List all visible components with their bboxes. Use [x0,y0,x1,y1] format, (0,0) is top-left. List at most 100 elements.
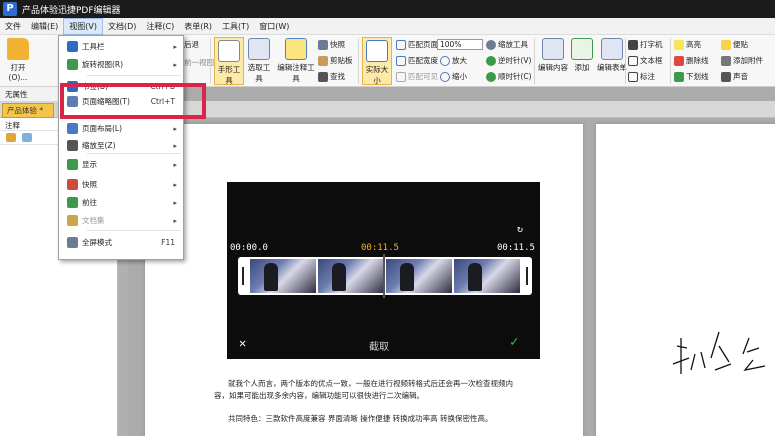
clipboard-label: 剪贴板 [330,56,353,65]
camera-icon [318,39,328,50]
window-title: 产品体验迅捷PDF编辑器 [22,5,121,16]
view-menu-item[interactable]: 显示 ▸ [59,156,183,173]
fit-width-label: 匹配宽度 [408,56,438,65]
submenu-arrow-icon: ▸ [173,60,177,69]
rotate-icon: ↻ [517,224,524,235]
view-menu-item[interactable]: 前往 ▸ [59,194,183,211]
menu-item[interactable]: 工具(T) [217,18,254,35]
time-current: 00:11.5 [361,243,399,253]
sticky-note-button[interactable]: 便贴 [721,39,748,50]
menu-item[interactable]: 窗口(W) [254,18,294,35]
zoom-in-icon [440,55,450,66]
menu-separator [87,75,181,76]
snapshot-button[interactable]: 快照 [318,39,345,50]
underline-button[interactable]: 下划线 [674,71,709,82]
select-tool-button[interactable]: 选取工具 [245,38,273,84]
clipboard-button[interactable]: 剪贴板 [318,55,353,66]
document-set-icon [67,215,78,226]
callout-button[interactable]: 标注 [628,71,655,82]
ribbon-separator [358,38,359,84]
highlight-button[interactable]: 高亮 [674,39,701,50]
view-menu-item[interactable]: 文档集 ▸ [59,212,183,229]
view-menu-item-label: 显示 [82,160,97,169]
menu-bar: 文件 编辑(E) 视图(V) 文档(D) 注释(C) 表单(R) 工具(T) 窗口(W) [0,17,775,35]
paragraph-line: 就我个人而言，两个版本的优点一致，一般在进行视频转格式后还会再一次检查视频内 [228,379,513,388]
attach-file-button[interactable]: 添加附件 [721,55,763,66]
fit-width-button[interactable]: 匹配宽度 [396,55,438,66]
add-label: 添加 [574,63,590,72]
trim-handle-left [242,267,244,285]
confirm-icon: ✓ [510,334,519,350]
strikeout-icon [674,55,684,66]
typewriter-icon [628,39,638,50]
submenu-arrow-icon: ▸ [173,198,177,207]
view-menu-item-label: 文档集 [82,216,105,225]
document-tab[interactable]: 产品体验 * [2,103,54,118]
highlight-box [60,83,206,119]
view-menu-item[interactable]: 全屏模式 F11 [59,234,183,251]
sticky-note-label: 便贴 [733,40,748,49]
paperclip-icon [721,55,731,66]
back-label: 后退 [184,40,199,49]
menu-item[interactable]: 文件 [0,18,26,35]
rotate-ccw-button[interactable]: 逆时针(V) [486,55,531,66]
actual-size-label: 实际大小 [365,65,389,85]
sound-label: 声音 [733,72,748,81]
find-button[interactable]: 查找 [318,71,345,82]
edit-content-icon [542,38,564,60]
zoom-out-label: 缩小 [452,72,467,81]
sound-button[interactable]: 声音 [721,71,748,82]
strikeout-button[interactable]: 删除线 [674,55,709,66]
view-menu-item[interactable]: 页面布局(L) ▸ [59,120,183,137]
menu-item[interactable]: 表单(R) [179,18,217,35]
menu-item[interactable]: 编辑(E) [26,18,63,35]
add-button[interactable]: 添加 [571,38,593,73]
pdf-page-next [596,124,775,436]
open-label: 打开(O)... [8,63,28,82]
film-frame [454,259,520,293]
time-start: 00:00.0 [230,243,268,253]
fit-page-label: 匹配页面 [408,40,438,49]
fit-visible-button[interactable]: 匹配可见 [396,71,438,82]
menu-item[interactable]: 视图(V) [63,17,104,35]
menu-item[interactable]: 注释(C) [141,18,179,35]
zoom-tool-label: 缩放工具 [498,40,528,49]
callout-label: 标注 [640,72,655,81]
paragraph-line: 共同特色：三款软件高度兼容 界面清晰 操作便捷 转换成功率高 转换保密性高。 [228,414,493,423]
toolbar-icon [67,41,78,52]
time-end: 00:11.5 [497,243,535,253]
person-silhouette [264,263,278,291]
hand-tool-button[interactable]: 手形工具 [214,37,244,85]
edit-content-label: 编辑内容 [538,63,568,72]
folder-open-icon [7,38,29,60]
open-button[interactable]: 打开(O)... [3,38,33,82]
edit-annotation-tool-label: 编辑注释工具 [277,63,315,83]
fit-page-button[interactable]: 匹配页面 [396,39,438,50]
actual-size-icon [366,40,388,62]
zoom-out-button[interactable]: 缩小 [440,71,467,82]
rotate-cw-button[interactable]: 顺时针(C) [486,71,532,82]
edit-content-button[interactable]: 编辑内容 [537,38,569,73]
menu-item[interactable]: 文档(D) [103,18,141,35]
underline-icon [674,71,684,82]
settings-icon[interactable] [6,133,16,142]
actual-size-button[interactable]: 实际大小 [362,37,392,85]
attach-file-label: 添加附件 [733,56,763,65]
view-menu-item[interactable]: 工具栏 ▸ [59,38,183,55]
typewriter-button[interactable]: 打字机 [628,39,663,50]
view-menu-item[interactable]: 快照 ▸ [59,176,183,193]
add-text-icon [571,38,593,60]
back-button[interactable]: 后退 [184,39,199,50]
view-menu-item-shortcut: F11 [161,238,175,247]
zoom-tool-button[interactable]: 缩放工具 [486,39,528,50]
view-menu-item-label: 快照 [82,180,97,189]
edit-annotation-tool-button[interactable]: 编辑注释工具 [275,38,317,84]
comment-icon[interactable] [22,133,32,142]
view-menu-item[interactable]: 缩放至(Z) ▸ [59,137,183,154]
textbox-button[interactable]: 文本框 [628,55,663,66]
edit-form-button[interactable]: 编辑表单 [596,38,628,73]
view-menu-item[interactable]: 旋转视图(R) ▸ [59,56,183,73]
zoom-select[interactable]: 100% [437,39,483,50]
zoom-in-button[interactable]: 放大 [440,55,467,66]
rotate-cw-icon [486,71,496,82]
